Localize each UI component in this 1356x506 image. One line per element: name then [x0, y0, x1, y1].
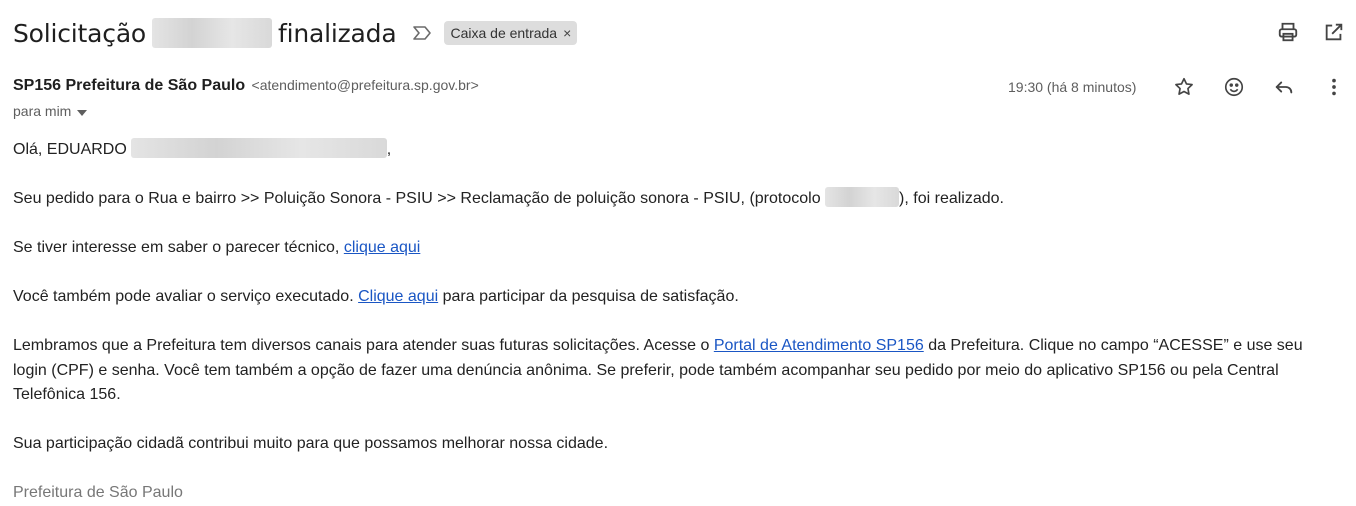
survey-text: Você também pode avaliar o serviço execu… — [13, 288, 354, 305]
paragraph-request: Seu pedido para o Rua e bairro >> Poluiç… — [13, 187, 1333, 212]
inbox-label-chip[interactable]: Caixa de entrada × — [444, 21, 578, 45]
redacted-block — [152, 18, 273, 48]
technical-opinion-link[interactable]: clique aqui — [344, 239, 421, 256]
inbox-label-text: Caixa de entrada — [450, 25, 558, 41]
message-actions — [1172, 75, 1346, 99]
opinion-text: Se tiver interesse em saber o parecer té… — [13, 239, 340, 256]
sender-email: <atendimento@prefeitura.sp.gov.br> — [251, 77, 479, 93]
survey-text-end: para participar da pesquisa de satisfaçã… — [442, 288, 739, 305]
timestamp: 19:30 (há 8 minutos) — [1008, 79, 1137, 95]
portal-link[interactable]: Portal de Atendimento SP156 — [714, 337, 924, 354]
recipient-row[interactable]: para mim — [13, 103, 88, 119]
emoji-icon[interactable] — [1222, 75, 1246, 99]
thread-toolbar — [1276, 20, 1346, 44]
signature: Prefeitura de São Paulo — [13, 484, 183, 501]
redacted-block — [130, 138, 387, 158]
request-text: Seu pedido para o Rua e bairro >> Poluiç… — [13, 190, 821, 207]
paragraph-channels: Lembramos que a Prefeitura tem diversos … — [13, 334, 1333, 408]
open-new-window-icon[interactable] — [1322, 20, 1346, 44]
important-marker-icon[interactable] — [412, 25, 432, 41]
paragraph-opinion: Se tiver interesse em saber o parecer té… — [13, 236, 1333, 261]
subject-title: Solicitação — [13, 18, 147, 48]
paragraph-survey: Você também pode avaliar o serviço execu… — [13, 285, 1333, 310]
greeting: Olá, EDUARDO, — [13, 138, 1333, 163]
greeting-comma: , — [386, 141, 392, 158]
channels-text: Lembramos que a Prefeitura tem diversos … — [13, 337, 710, 354]
redacted-block — [825, 187, 900, 207]
dropdown-icon[interactable] — [77, 103, 88, 119]
paragraph-closing: Sua participação cidadã contribui muito … — [13, 435, 609, 452]
remove-label-icon[interactable]: × — [563, 25, 571, 41]
message-body: Olá, EDUARDO, Seu pedido para o Rua e ba… — [13, 138, 1333, 506]
sender-row: SP156 Prefeitura de São Paulo <atendimen… — [13, 77, 479, 95]
star-icon[interactable] — [1172, 75, 1196, 99]
recipient-text: para mim — [13, 103, 72, 119]
print-icon[interactable] — [1276, 20, 1300, 44]
survey-link[interactable]: Clique aqui — [358, 288, 438, 305]
more-vert-icon[interactable] — [1322, 75, 1346, 99]
reply-icon[interactable] — [1272, 75, 1296, 99]
subject-title-end: finalizada — [278, 18, 397, 48]
subject-row: Solicitação finalizada Caixa de entrada … — [13, 14, 578, 52]
sender-name[interactable]: SP156 Prefeitura de São Paulo — [13, 77, 245, 94]
greeting-text: Olá, EDUARDO — [13, 141, 127, 158]
request-text-end: ), foi realizado. — [899, 190, 1004, 207]
